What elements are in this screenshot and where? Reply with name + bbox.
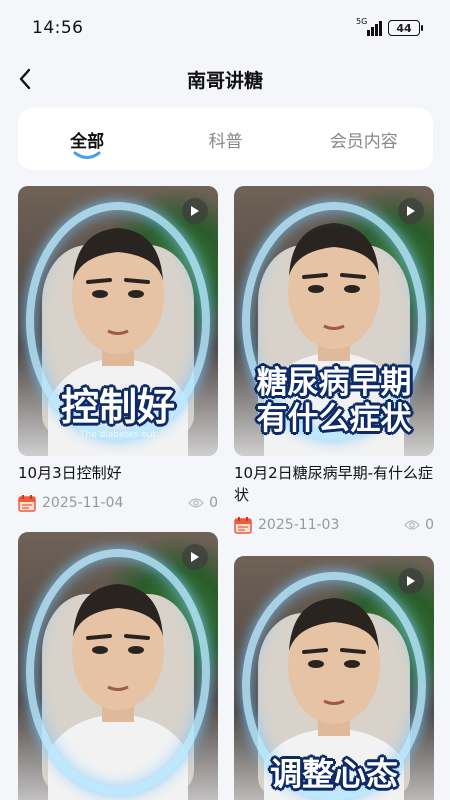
play-icon bbox=[407, 206, 415, 216]
video-card[interactable]: 糖尿病早期 有什么症状 10月2日糖尿病早期-有什么症状 2025-11-03 … bbox=[234, 186, 434, 534]
video-card[interactable] bbox=[18, 532, 218, 800]
page-title: 南哥讲糖 bbox=[186, 69, 263, 92]
play-icon bbox=[191, 206, 199, 216]
video-thumbnail[interactable]: 糖尿病早期 有什么症状 bbox=[234, 186, 434, 456]
view-count-value: 0 bbox=[209, 495, 218, 511]
play-icon bbox=[407, 576, 415, 586]
calendar-icon bbox=[18, 495, 36, 512]
status-icons: 5G 44 bbox=[356, 17, 423, 36]
status-bar: 14:56 5G 44 bbox=[0, 0, 450, 56]
video-thumbnail[interactable]: 控制好 The diabetes out bbox=[18, 186, 218, 456]
play-button[interactable] bbox=[398, 198, 424, 224]
status-time: 14:56 bbox=[32, 18, 84, 38]
signal-icon: 5G bbox=[356, 17, 382, 36]
video-overlay-text: 糖尿病早期 有什么症状 bbox=[234, 365, 434, 437]
tab-all[interactable]: 全部 bbox=[18, 108, 156, 170]
battery-level: 44 bbox=[396, 21, 412, 35]
view-count: 0 bbox=[188, 495, 218, 511]
eye-icon bbox=[404, 520, 420, 530]
video-date: 2025-11-04 bbox=[42, 495, 124, 511]
tab-all-label: 全部 bbox=[70, 131, 105, 152]
tab-science-label: 科普 bbox=[208, 131, 243, 152]
tab-member-content[interactable]: 会员内容 bbox=[295, 108, 433, 170]
tab-member-content-label: 会员内容 bbox=[329, 131, 398, 152]
tab-science[interactable]: 科普 bbox=[156, 108, 294, 170]
video-meta: 2025-11-04 0 bbox=[18, 494, 218, 512]
view-count-value: 0 bbox=[425, 517, 434, 533]
video-overlay-text: 控制好 bbox=[60, 385, 175, 429]
video-caption: The diabetes out bbox=[80, 430, 156, 440]
video-card[interactable]: 调整心态 bbox=[234, 556, 434, 800]
play-button[interactable] bbox=[182, 544, 208, 570]
tab-active-indicator bbox=[73, 151, 101, 159]
play-icon bbox=[191, 552, 199, 562]
video-overlay-text: 调整心态 bbox=[269, 755, 398, 793]
video-title[interactable]: 10月3日控制好 bbox=[18, 462, 218, 484]
tab-bar: 全部 科普 会员内容 bbox=[18, 108, 433, 170]
network-label: 5G bbox=[356, 17, 368, 26]
calendar-icon bbox=[234, 517, 252, 534]
eye-icon bbox=[188, 498, 204, 508]
video-overlay-line: 糖尿病早期 bbox=[256, 365, 412, 401]
video-title[interactable]: 10月2日糖尿病早期-有什么症状 bbox=[234, 462, 434, 506]
video-thumbnail[interactable]: 调整心态 bbox=[234, 556, 434, 800]
video-meta: 2025-11-03 0 bbox=[234, 516, 434, 534]
video-date: 2025-11-03 bbox=[258, 517, 340, 533]
back-button[interactable] bbox=[10, 64, 40, 94]
video-card[interactable]: 控制好 The diabetes out 10月3日控制好 2025-11-04… bbox=[18, 186, 218, 512]
chevron-left-icon bbox=[19, 68, 31, 90]
view-count: 0 bbox=[404, 517, 434, 533]
play-button[interactable] bbox=[398, 568, 424, 594]
play-button[interactable] bbox=[182, 198, 208, 224]
video-overlay-line: 有什么症状 bbox=[256, 400, 412, 437]
nav-bar: 南哥讲糖 bbox=[0, 56, 450, 102]
battery-icon: 44 bbox=[388, 20, 423, 36]
video-thumbnail[interactable] bbox=[18, 532, 218, 800]
